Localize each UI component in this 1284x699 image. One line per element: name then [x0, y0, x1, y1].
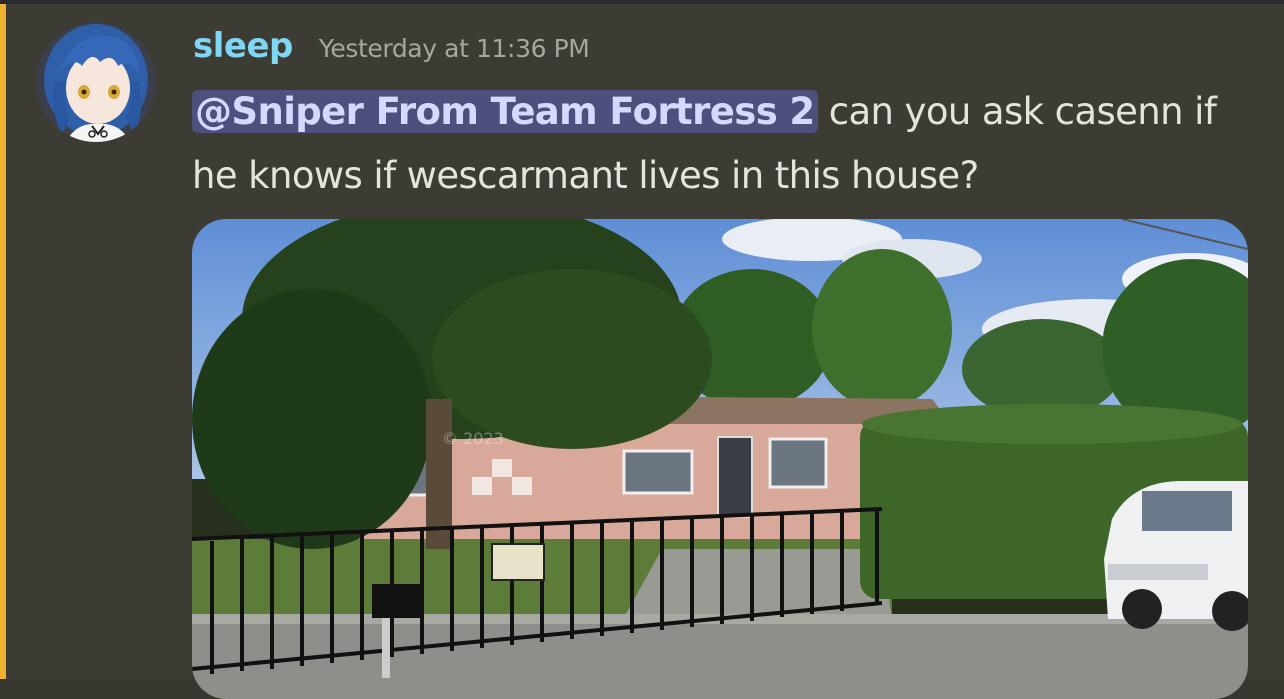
image-attachment[interactable]: © 2023	[192, 219, 1248, 699]
timestamp[interactable]: Yesterday at 11:36 PM	[319, 34, 590, 63]
username[interactable]: sleep	[193, 26, 293, 66]
user-mention[interactable]: @Sniper From Team Fortress 2	[192, 90, 818, 133]
message-header: sleep Yesterday at 11:36 PM	[193, 26, 590, 70]
house-photo: © 2023	[192, 219, 1248, 699]
avatar[interactable]	[36, 22, 156, 142]
photo-watermark: © 2023	[442, 429, 504, 448]
chat-message[interactable]: sleep Yesterday at 11:36 PM @Sniper From…	[6, 4, 1284, 699]
avatar-image	[36, 22, 156, 142]
message-content: @Sniper From Team Fortress 2 can you ask…	[192, 80, 1252, 208]
